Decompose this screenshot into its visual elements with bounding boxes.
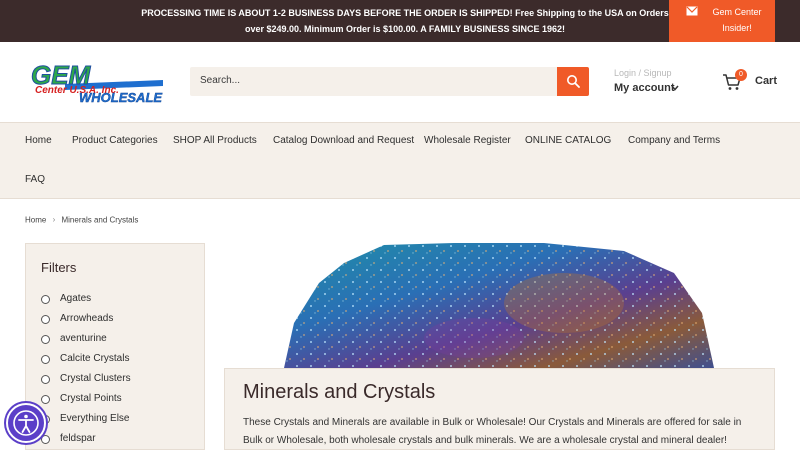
site-header: GEM Center U.S.A. Inc. WHOLESALE Search.… bbox=[0, 42, 800, 122]
collection-title: Minerals and Crystals bbox=[243, 381, 436, 403]
announcement-bar: PROCESSING TIME IS ABOUT 1-2 BUSINESS DA… bbox=[0, 0, 800, 42]
filter-radio[interactable] bbox=[41, 375, 50, 384]
cart-link[interactable]: Cart bbox=[755, 75, 777, 87]
cart-count-badge: 0 bbox=[735, 69, 747, 81]
nav-item-catalog-download[interactable]: Catalog Download and Request bbox=[273, 135, 414, 146]
filter-radio[interactable] bbox=[41, 335, 50, 344]
filter-option[interactable]: Calcite Crystals bbox=[41, 352, 201, 368]
filter-option[interactable]: Crystal Clusters bbox=[41, 372, 201, 388]
insider-label-line-1: Gem Center bbox=[712, 7, 762, 17]
filter-option[interactable]: Crystal Points bbox=[41, 392, 201, 408]
filter-label[interactable]: Crystal Clusters bbox=[60, 373, 131, 384]
login-signup-link[interactable]: Login / Signup bbox=[614, 68, 672, 78]
announcement-text: PROCESSING TIME IS ABOUT 1-2 BUSINESS DA… bbox=[140, 5, 670, 37]
search-icon bbox=[567, 75, 580, 88]
announcement-line-1: PROCESSING TIME IS ABOUT 1-2 BUSINESS DA… bbox=[141, 8, 669, 18]
breadcrumb-current: Minerals and Crystals bbox=[61, 215, 139, 225]
filter-label[interactable]: Agates bbox=[60, 293, 91, 304]
search-input[interactable]: Search... bbox=[200, 75, 240, 86]
filter-radio[interactable] bbox=[41, 395, 50, 404]
site-logo[interactable]: GEM Center U.S.A. Inc. WHOLESALE bbox=[25, 54, 165, 109]
insider-signup-button[interactable]: Gem Center Insider! bbox=[669, 0, 775, 42]
nav-item-shop-all-products[interactable]: SHOP All Products bbox=[173, 135, 257, 146]
filter-option[interactable]: Everything Else bbox=[41, 412, 201, 428]
main-navigation: Home Product Categories SHOP All Product… bbox=[0, 122, 800, 199]
filter-label[interactable]: Calcite Crystals bbox=[60, 353, 129, 364]
my-account-menu[interactable]: My account bbox=[614, 82, 675, 94]
nav-item-product-categories[interactable]: Product Categories bbox=[72, 135, 158, 146]
filter-radio[interactable] bbox=[41, 315, 50, 324]
mail-icon bbox=[686, 6, 698, 16]
insider-label-line-2: Insider! bbox=[722, 23, 752, 33]
filter-label[interactable]: Everything Else bbox=[60, 413, 129, 424]
nav-item-online-catalog[interactable]: ONLINE CATALOG bbox=[525, 135, 611, 146]
chevron-down-icon[interactable] bbox=[671, 85, 679, 91]
filter-option[interactable]: feldspar bbox=[41, 432, 201, 448]
filter-option[interactable]: Arrowheads bbox=[41, 312, 201, 328]
breadcrumb-home[interactable]: Home bbox=[25, 215, 46, 224]
filter-radio[interactable] bbox=[41, 295, 50, 304]
logo-bottom-text: WHOLESALE bbox=[79, 90, 162, 105]
search-bar[interactable]: Search... bbox=[190, 67, 589, 96]
accessibility-button[interactable] bbox=[6, 403, 46, 443]
nav-item-faq[interactable]: FAQ bbox=[25, 174, 45, 185]
collection-description-text: These Crystals and Minerals are availabl… bbox=[243, 417, 742, 446]
accessibility-icon bbox=[13, 410, 39, 436]
filter-label[interactable]: Crystal Points bbox=[60, 393, 122, 404]
filter-label[interactable]: feldspar bbox=[60, 433, 96, 444]
collection-banner-image bbox=[224, 243, 775, 368]
filter-radio[interactable] bbox=[41, 355, 50, 364]
collection-description: Minerals and Crystals These Crystals and… bbox=[224, 368, 775, 450]
search-button[interactable] bbox=[557, 67, 589, 96]
mineral-photo bbox=[284, 243, 714, 368]
insider-label: Gem Center Insider! bbox=[705, 4, 769, 36]
nav-item-company-terms[interactable]: Company and Terms bbox=[628, 135, 720, 146]
filters-title: Filters bbox=[41, 260, 77, 275]
breadcrumb: Home › Minerals and Crystals bbox=[25, 215, 138, 224]
filter-option[interactable]: Agates bbox=[41, 292, 201, 308]
filter-label[interactable]: Arrowheads bbox=[60, 313, 113, 324]
chevron-right-icon: › bbox=[52, 215, 56, 225]
filter-label[interactable]: aventurine bbox=[60, 333, 107, 344]
filters-panel: Filters Agates Arrowheads aventurine Cal… bbox=[25, 243, 205, 450]
announcement-line-2: over $249.00. Minimum Order is $100.00. … bbox=[245, 24, 565, 34]
nav-item-wholesale-register[interactable]: Wholesale Register bbox=[424, 135, 511, 146]
filter-option[interactable]: aventurine bbox=[41, 332, 201, 348]
nav-item-home[interactable]: Home bbox=[25, 135, 52, 146]
